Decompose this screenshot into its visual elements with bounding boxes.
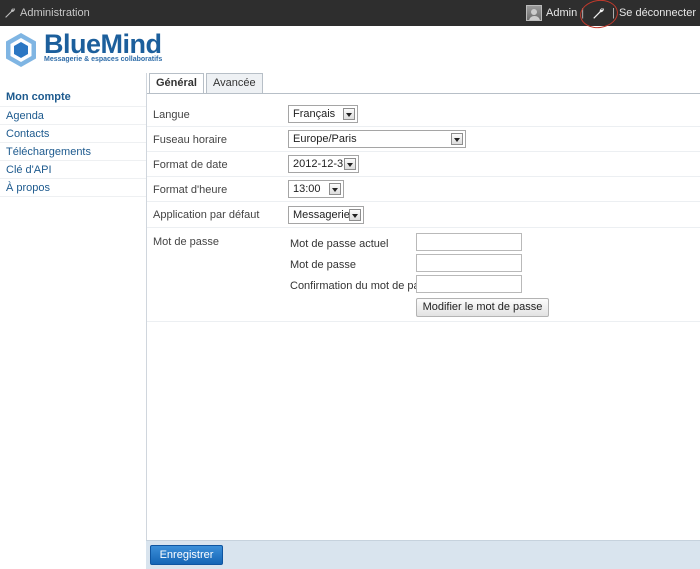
date-format-select[interactable]: 2012-12-31: [288, 155, 359, 173]
tab-avancee[interactable]: Avancée: [205, 73, 263, 93]
settings-content: Général Avancée Langue Français Fuseau h…: [146, 73, 700, 569]
app-defaut-value: Messagerie: [293, 209, 350, 221]
sidebar-nav: Mon compte Agenda Contacts Téléchargemen…: [0, 88, 146, 197]
tab-general[interactable]: Général: [149, 73, 204, 94]
new-password-label: Mot de passe: [290, 259, 357, 271]
brand-name: BlueMind: [44, 29, 162, 59]
sidebar-item-contacts[interactable]: Contacts: [0, 125, 146, 143]
row-format-heure: Format d'heure 13:00: [147, 177, 700, 202]
tab-bar: Général Avancée: [149, 73, 265, 94]
top-bar: Administration Admin | | Se déconnecter: [0, 0, 700, 31]
hexagon-logo-icon: [4, 32, 38, 68]
footer-bar: Enregistrer: [146, 540, 700, 569]
row-format-date: Format de date 2012-12-31: [147, 152, 700, 177]
row-application-defaut: Application par défaut Messagerie: [147, 202, 700, 228]
user-menu: Admin | | Se déconnecter: [526, 0, 696, 31]
langue-value: Français: [293, 108, 336, 120]
current-password-label: Mot de passe actuel: [290, 238, 389, 250]
wrench-icon: [592, 7, 605, 20]
brand-tagline: Messagerie & espaces collaboratifs: [44, 56, 163, 63]
user-name[interactable]: Admin: [546, 7, 577, 19]
sidebar-item-cle-api[interactable]: Clé d'API: [0, 161, 146, 179]
logout-link[interactable]: Se déconnecter: [619, 7, 696, 19]
change-password-button[interactable]: Modifier le mot de passe: [416, 298, 549, 317]
password-section-label: Mot de passe: [153, 236, 220, 248]
langue-label: Langue: [153, 109, 190, 121]
save-button[interactable]: Enregistrer: [150, 545, 223, 565]
langue-select[interactable]: Français: [288, 105, 358, 123]
sidebar-item-mon-compte[interactable]: Mon compte: [0, 88, 146, 107]
date-format-label: Format de date: [153, 159, 228, 171]
row-mot-de-passe: Mot de passe Mot de passe actuel Mot de …: [147, 228, 700, 322]
app-defaut-select[interactable]: Messagerie: [288, 206, 364, 224]
avatar: [526, 5, 543, 21]
heure-format-value: 13:00: [293, 183, 321, 195]
separator: |: [612, 7, 615, 19]
current-password-input[interactable]: [416, 233, 522, 251]
sidebar-item-a-propos[interactable]: À propos: [0, 179, 146, 197]
administration-link[interactable]: Administration: [4, 5, 90, 21]
fuseau-value: Europe/Paris: [293, 133, 357, 145]
heure-format-select[interactable]: 13:00: [288, 180, 344, 198]
fuseau-label: Fuseau horaire: [153, 134, 227, 146]
sidebar-item-telechargements[interactable]: Téléchargements: [0, 143, 146, 161]
heure-format-label: Format d'heure: [153, 184, 228, 196]
chevron-down-icon: [329, 183, 341, 195]
chevron-down-icon: [451, 133, 463, 145]
row-fuseau-horaire: Fuseau horaire Europe/Paris: [147, 127, 700, 152]
confirm-password-label: Confirmation du mot de passe: [290, 280, 437, 292]
wrench-icon: [4, 7, 20, 19]
fuseau-select[interactable]: Europe/Paris: [288, 130, 466, 148]
date-format-value: 2012-12-31: [293, 158, 350, 170]
sidebar-item-agenda[interactable]: Agenda: [0, 107, 146, 125]
administration-label: Administration: [20, 7, 90, 19]
chevron-down-icon: [344, 158, 356, 170]
settings-wrench-button[interactable]: [578, 0, 620, 31]
bluemind-logo[interactable]: BlueMind Messagerie & espaces collaborat…: [4, 30, 162, 70]
app-defaut-label: Application par défaut: [153, 209, 260, 221]
row-langue: Langue Français: [147, 102, 700, 127]
general-panel: Langue Français Fuseau horaire Europe/Pa…: [147, 93, 700, 539]
chevron-down-icon: [343, 108, 355, 120]
confirm-password-input[interactable]: [416, 275, 522, 293]
separator: |: [581, 7, 585, 19]
chevron-down-icon: [349, 209, 361, 221]
new-password-input[interactable]: [416, 254, 522, 272]
